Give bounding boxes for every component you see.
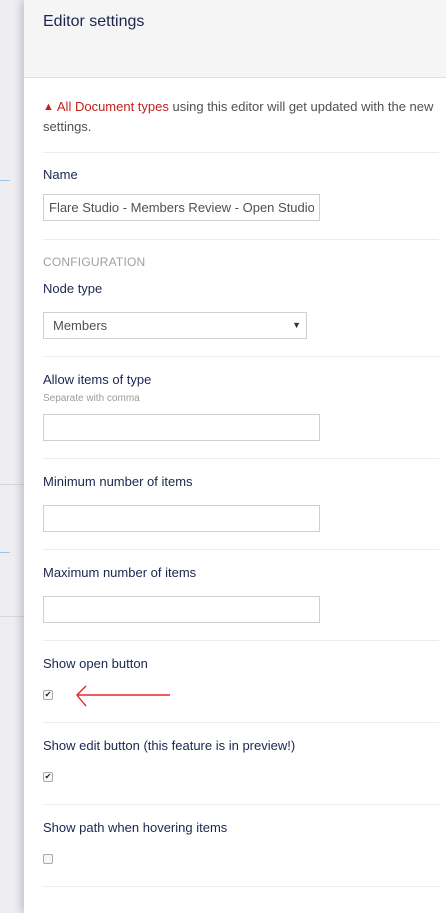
name-label: Name xyxy=(43,167,78,182)
warning-icon: ▲ xyxy=(43,101,54,113)
allow-items-description: Separate with comma xyxy=(43,393,140,404)
divider xyxy=(43,356,439,357)
allow-items-label: Allow items of type xyxy=(43,372,152,387)
max-items-input[interactable] xyxy=(43,596,320,623)
update-notice: ▲ All Document types using this editor wi… xyxy=(43,97,435,136)
node-type-select[interactable]: Members ▼ xyxy=(43,312,307,339)
annotation-arrow-icon xyxy=(76,685,170,707)
divider xyxy=(43,640,439,641)
background-strip xyxy=(0,0,24,913)
divider xyxy=(43,886,439,887)
min-items-input[interactable] xyxy=(43,505,320,532)
editor-settings-panel: Editor settings ▲ All Document types usin… xyxy=(24,0,446,913)
divider xyxy=(43,549,439,550)
node-type-selected: Members xyxy=(53,318,108,333)
allow-items-input[interactable] xyxy=(43,414,320,441)
background-blue-line xyxy=(0,180,10,181)
show-open-button-checkbox[interactable]: ✔ xyxy=(43,690,53,700)
chevron-down-icon: ▼ xyxy=(292,320,301,330)
show-open-button-label: Show open button xyxy=(43,656,148,671)
show-path-label: Show path when hovering items xyxy=(43,820,228,835)
node-type-label: Node type xyxy=(43,281,103,296)
show-path-checkbox[interactable] xyxy=(43,854,53,864)
background-divider xyxy=(0,616,24,617)
divider xyxy=(43,804,439,805)
panel-header: Editor settings xyxy=(24,0,446,78)
min-items-label: Minimum number of items xyxy=(43,474,193,489)
max-items-label: Maximum number of items xyxy=(43,565,197,580)
background-blue-line xyxy=(0,552,10,553)
divider xyxy=(43,152,439,153)
show-edit-button-checkbox[interactable]: ✔ xyxy=(43,772,53,782)
name-input[interactable] xyxy=(43,194,320,221)
background-divider xyxy=(0,484,24,485)
panel-title: Editor settings xyxy=(43,13,145,30)
configuration-heading: CONFIGURATION xyxy=(43,255,146,269)
divider xyxy=(43,722,439,723)
notice-highlight: All Document types xyxy=(56,99,169,114)
show-edit-button-label: Show edit button (this feature is in pre… xyxy=(43,738,296,753)
divider xyxy=(43,458,439,459)
divider xyxy=(43,239,439,240)
